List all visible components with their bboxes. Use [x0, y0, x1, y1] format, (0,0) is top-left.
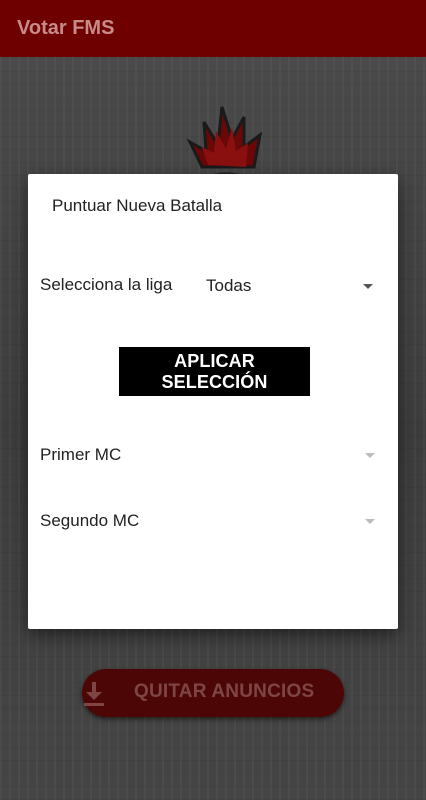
download-icon — [84, 682, 104, 706]
league-label: Selecciona la liga — [40, 275, 173, 294]
second-mc-label: Segundo MC — [40, 511, 140, 530]
caret-down-icon — [365, 519, 375, 524]
apply-selection-button[interactable]: APLICAR SELECCIÓN — [119, 347, 310, 396]
league-dropdown[interactable]: Todas — [196, 268, 381, 304]
remove-ads-label: QUITAR ANUNCIOS — [134, 681, 315, 702]
league-selected-value: Todas — [206, 276, 252, 295]
first-mc-label: Primer MC — [40, 445, 122, 464]
app-title: Votar FMS — [17, 17, 115, 39]
dialog-title: Puntuar Nueva Batalla — [52, 196, 223, 215]
second-mc-dropdown[interactable]: Segundo MC — [40, 505, 375, 539]
app-bar: Votar FMS — [0, 0, 426, 57]
caret-down-icon — [365, 453, 375, 458]
rate-battle-dialog: Puntuar Nueva Batalla Selecciona la liga… — [28, 174, 398, 629]
caret-down-icon — [363, 284, 373, 289]
first-mc-dropdown[interactable]: Primer MC — [40, 439, 375, 473]
